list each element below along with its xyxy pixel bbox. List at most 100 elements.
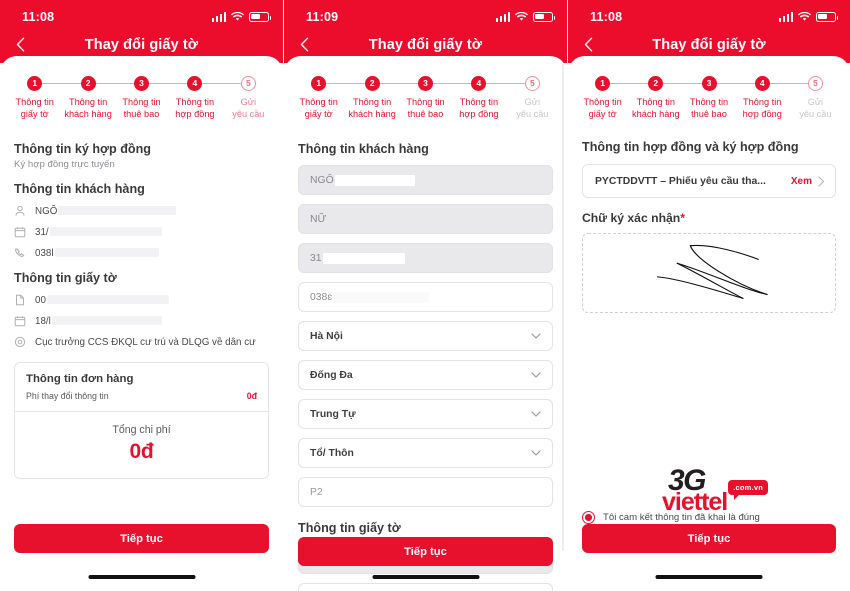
step-5-label: Gửi yêu cầu — [516, 97, 549, 119]
home-indicator — [372, 575, 479, 579]
info-row: 038l — [14, 247, 269, 259]
page-title: Thay đổi giấy tờ — [84, 36, 199, 53]
continue-button[interactable]: Tiếp tục — [298, 537, 553, 566]
agreement-label: Tôi cam kết thông tin đã khai là đúng — [603, 512, 760, 523]
contract-section-title: Thông tin ký hợp đồng — [14, 142, 151, 156]
customer-section-title: Thông tin khách hàng — [14, 182, 145, 196]
document-section-title: Thông tin giấy tờ — [14, 271, 117, 285]
wifi-icon — [231, 11, 244, 22]
status-icons — [778, 11, 839, 22]
signal-bars-icon — [495, 12, 510, 22]
step-1-number: 1 — [595, 75, 611, 91]
step-1-number: 1 — [311, 75, 327, 91]
birthdate-field[interactable]: 31 — [298, 243, 553, 273]
info-row: Cục trưởng CCS ĐKQL cư trú và DLQG về dâ… — [14, 336, 269, 348]
chevron-right-icon — [818, 175, 825, 187]
step-1[interactable]: 1 Thông tin giấy tờ — [576, 74, 630, 120]
order-fee-value: 0đ — [246, 391, 257, 401]
step-4-number: 4 — [471, 75, 487, 91]
step-2[interactable]: 2 Thông tin khách hàng — [345, 74, 399, 120]
district-select[interactable]: Đống Đa — [298, 360, 553, 390]
step-3[interactable]: 3 Thông tin thuê bao — [398, 74, 453, 120]
step-2-number: 2 — [364, 75, 380, 91]
order-summary-card: Thông tin đơn hàng Phí thay đổi thông ti… — [14, 362, 269, 479]
ward-select[interactable]: Trung Tự — [298, 399, 553, 429]
step-5[interactable]: 5 Gửi yêu cầu — [505, 74, 559, 120]
issue-date-field[interactable]: 18 — [298, 583, 553, 591]
step-3[interactable]: 3 Thông tin thuê bao — [682, 74, 736, 120]
signal-bars-icon — [778, 12, 793, 22]
info-row: NGÔ — [14, 205, 269, 217]
contract-document-row[interactable]: PYCTDDVTT – Phiếu yêu cầu tha... Xem — [582, 164, 836, 198]
step-5-number: 5 — [807, 75, 823, 91]
contract-section-title: Thông tin hợp đồng và ký hợp đồng — [582, 140, 799, 154]
screen-contract-summary: 11:08 Thay đổi giấy tờ 1 Thông tin giấy … — [0, 0, 283, 591]
calendar-icon — [14, 226, 26, 238]
calendar-icon — [14, 315, 26, 327]
chevron-down-icon — [531, 450, 541, 456]
step-2-number: 2 — [648, 75, 664, 91]
signature-canvas[interactable] — [582, 233, 836, 313]
address-field[interactable]: P2 — [298, 477, 553, 507]
status-icons — [211, 11, 272, 22]
status-time: 11:08 — [22, 9, 55, 24]
page-title: Thay đổi giấy tờ — [652, 36, 766, 53]
step-2-label: Thông tin khách hàng — [632, 97, 680, 119]
full-name-field[interactable]: NGÔ — [298, 165, 553, 195]
document-issuer-value: Cục trưởng CCS ĐKQL cư trú và DLQG về dâ… — [35, 336, 256, 348]
home-indicator — [655, 575, 763, 579]
agreement-radio[interactable] — [582, 511, 595, 524]
step-2[interactable]: 2 Thông tin khách hàng — [629, 74, 683, 120]
order-total-value: 0đ — [129, 440, 154, 463]
hamlet-select[interactable]: Tổ/ Thôn — [298, 438, 553, 468]
progress-stepper: 1 Thông tin giấy tờ 2 Thông tin khách hà… — [284, 56, 567, 120]
chevron-left-icon — [16, 37, 24, 52]
step-3[interactable]: 3 Thông tin thuê bao — [114, 74, 169, 120]
continue-button[interactable]: Tiếp tục — [14, 524, 269, 553]
info-row: 18/l — [14, 315, 269, 327]
step-1[interactable]: 1 Thông tin giấy tờ — [8, 74, 62, 120]
phone-field[interactable]: 038ɛ — [298, 282, 553, 312]
info-row: 00 — [14, 294, 269, 306]
back-button[interactable] — [294, 35, 314, 55]
continue-button[interactable]: Tiếp tục — [582, 524, 836, 553]
required-asterisk: * — [680, 211, 685, 225]
back-button[interactable] — [10, 35, 30, 55]
view-document-link[interactable]: Xem — [791, 176, 812, 187]
gender-field[interactable]: NỮ — [298, 204, 553, 234]
step-1-number: 1 — [27, 75, 43, 91]
battery-icon — [816, 11, 839, 22]
chevron-left-icon — [300, 37, 308, 52]
phone-icon — [14, 247, 26, 259]
step-5[interactable]: 5 Gửi yêu cầu — [221, 74, 275, 120]
step-1-label: Thông tin giấy tờ — [299, 97, 338, 119]
step-3-number: 3 — [701, 75, 717, 91]
vertical-scrollbar[interactable] — [562, 64, 564, 551]
step-4-label: Thông tin hợp đồng — [459, 97, 499, 119]
contract-section-subtitle: Ký hợp đồng trực tuyến — [14, 159, 115, 170]
step-4[interactable]: 4 Thông tin hợp đồng — [735, 74, 789, 120]
step-2[interactable]: 2 Thông tin khách hàng — [61, 74, 115, 120]
agreement-row[interactable]: Tôi cam kết thông tin đã khai là đúng — [582, 511, 836, 524]
document-icon — [14, 294, 26, 306]
status-bar: 11:08 — [568, 0, 850, 26]
document-number-value: 00 — [35, 295, 169, 306]
step-2-label: Thông tin khách hàng — [64, 97, 112, 119]
order-title: Thông tin đơn hàng — [26, 373, 134, 385]
document-issuedate-value: 18/l — [35, 316, 162, 327]
step-1[interactable]: 1 Thông tin giấy tờ — [292, 74, 346, 120]
province-select[interactable]: Hà Nội — [298, 321, 553, 351]
step-5[interactable]: 5 Gửi yêu cầu — [788, 74, 842, 120]
step-3-label: Thông tin thuê bao — [122, 97, 161, 119]
step-3-number: 3 — [418, 75, 434, 91]
customer-section-title: Thông tin khách hàng — [298, 142, 429, 156]
step-4[interactable]: 4 Thông tin hợp đồng — [168, 74, 222, 120]
chevron-down-icon — [531, 372, 541, 378]
back-button[interactable] — [578, 35, 598, 55]
chevron-left-icon — [584, 37, 592, 52]
app-header: 11:08 Thay đổi giấy tờ — [0, 0, 283, 63]
content-sheet: 1 Thông tin giấy tờ 2 Thông tin khách hà… — [568, 56, 850, 591]
progress-stepper: 1 Thông tin giấy tờ 2 Thông tin khách hà… — [0, 56, 283, 120]
step-4[interactable]: 4 Thông tin hợp đồng — [452, 74, 506, 120]
status-bar: 11:08 — [0, 0, 283, 26]
